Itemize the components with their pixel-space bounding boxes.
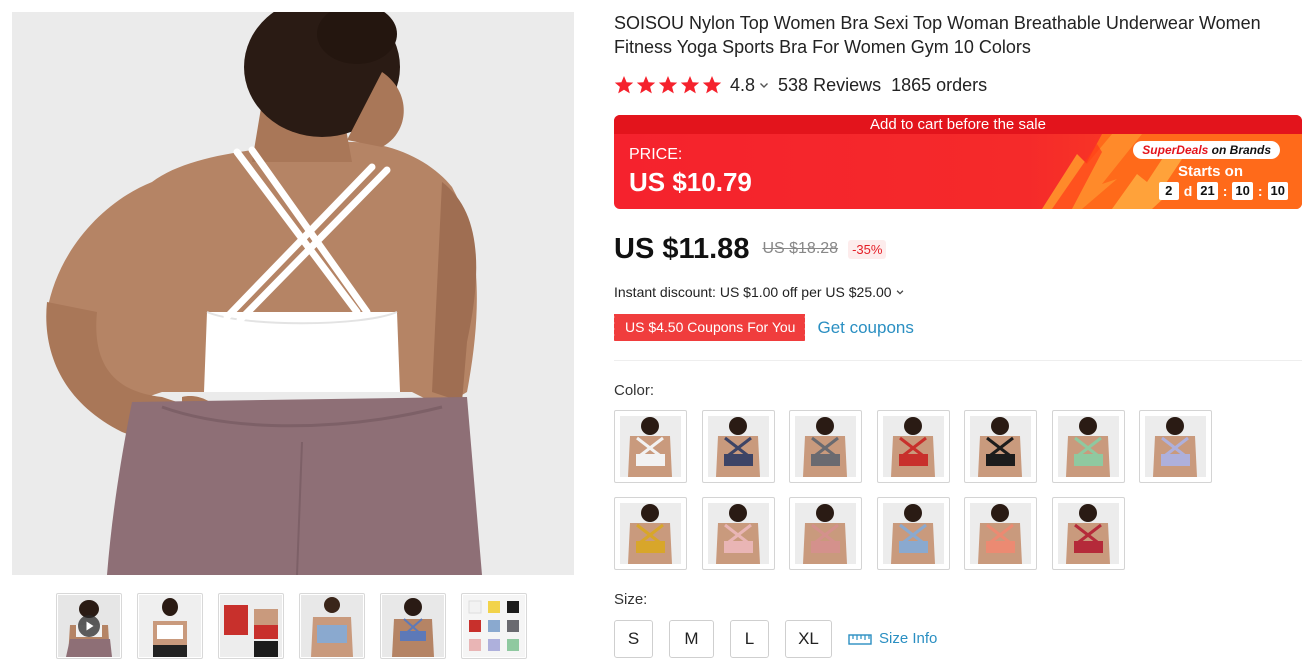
- star-icon: [636, 76, 656, 94]
- starts-on-label: Starts on: [1177, 163, 1243, 180]
- original-price: US $18.28: [762, 240, 839, 257]
- thumbnail-back-blue[interactable]: [380, 593, 446, 659]
- current-price: US $11.88: [614, 232, 750, 265]
- sale-banner: Add to cart before the sale PRICE: US $1…: [614, 115, 1302, 209]
- color-option-image: [795, 503, 856, 564]
- coupon-badge: US $4.50 Coupons For You: [611, 314, 808, 341]
- size-info-link[interactable]: Size Info: [848, 630, 937, 647]
- color-option-dusty-rose[interactable]: [789, 497, 862, 570]
- thumbnail-blue[interactable]: [299, 593, 365, 659]
- star-icon: [658, 76, 678, 94]
- color-option-lavender[interactable]: [1139, 410, 1212, 483]
- product-title: SOISOU Nylon Top Women Bra Sexi Top Woma…: [614, 13, 1261, 57]
- color-option-image: [970, 503, 1031, 564]
- sale-price-value: US $10.79: [629, 167, 752, 197]
- price-row: US $11.88 US $18.28 -35%: [614, 232, 887, 266]
- color-option-image: [1058, 416, 1119, 477]
- color-option-image: [708, 503, 769, 564]
- thumbnail-colors-grid[interactable]: [461, 593, 527, 659]
- color-option-white[interactable]: [614, 410, 687, 483]
- sale-banner-notice: Add to cart before the sale: [614, 115, 1302, 134]
- countdown-hours: 21: [1197, 182, 1218, 200]
- instant-discount-text: Instant discount: US $1.00 off per US $2…: [614, 284, 892, 300]
- rating-value[interactable]: 4.8: [730, 75, 755, 96]
- chevron-down-icon[interactable]: [895, 287, 905, 297]
- countdown-separator: :: [1257, 183, 1263, 199]
- color-option-crimson[interactable]: [1052, 497, 1125, 570]
- size-option-l[interactable]: L: [730, 620, 769, 658]
- orders-count: 1865 orders: [891, 74, 988, 95]
- color-option-image: [883, 503, 944, 564]
- color-option-mint[interactable]: [1052, 410, 1125, 483]
- size-label: Size:: [614, 591, 648, 608]
- countdown-days: 2: [1158, 182, 1179, 200]
- countdown-separator: :: [1222, 183, 1228, 199]
- color-option-image: [620, 503, 681, 564]
- color-option-image: [708, 416, 769, 477]
- color-label: Color:: [614, 382, 655, 399]
- chevron-down-icon[interactable]: [758, 79, 770, 91]
- star-icon: [614, 76, 634, 94]
- discount-badge: -35%: [848, 239, 887, 259]
- sale-price-label: PRICE:: [629, 146, 683, 163]
- color-option-image: [1058, 503, 1119, 564]
- color-option-mustard[interactable]: [614, 497, 687, 570]
- countdown-timer: 2 d 21 : 10 : 10: [1158, 182, 1288, 200]
- size-info-label: Size Info: [879, 630, 938, 647]
- instant-discount[interactable]: Instant discount: US $1.00 off per US $2…: [614, 284, 905, 300]
- countdown-minutes: 10: [1232, 182, 1253, 200]
- divider: [614, 360, 1302, 361]
- color-option-black[interactable]: [964, 410, 1037, 483]
- main-product-image[interactable]: [12, 12, 574, 575]
- thumbnail-red[interactable]: [218, 593, 284, 659]
- play-icon[interactable]: [78, 615, 100, 637]
- color-option-navy[interactable]: [702, 410, 775, 483]
- size-option-xl[interactable]: XL: [785, 620, 832, 658]
- color-option-image: [1145, 416, 1206, 477]
- thumbnail-front-white[interactable]: [137, 593, 203, 659]
- superdeals-badge: SuperDeals on Brands: [1133, 141, 1280, 159]
- color-option-image: [970, 416, 1031, 477]
- size-option-m[interactable]: M: [669, 620, 714, 658]
- color-option-coral[interactable]: [964, 497, 1037, 570]
- countdown-days-label: d: [1183, 183, 1193, 199]
- size-option-s[interactable]: S: [614, 620, 653, 658]
- color-option-image: [795, 416, 856, 477]
- color-option-pink[interactable]: [702, 497, 775, 570]
- coupon-row: US $4.50 Coupons For You Get coupons: [611, 314, 914, 341]
- color-option-image: [620, 416, 681, 477]
- star-icon: [702, 76, 722, 94]
- star-icon: [680, 76, 700, 94]
- color-option-grey[interactable]: [789, 410, 862, 483]
- ruler-icon: [848, 633, 872, 645]
- color-option-light-blue[interactable]: [877, 497, 950, 570]
- countdown-seconds: 10: [1267, 182, 1288, 200]
- thumbnail-video[interactable]: [56, 593, 122, 659]
- get-coupons-link[interactable]: Get coupons: [817, 318, 913, 338]
- reviews-link[interactable]: 538 Reviews: [778, 75, 881, 96]
- color-option-image: [883, 416, 944, 477]
- color-option-red[interactable]: [877, 410, 950, 483]
- rating-row: 4.8 538 Reviews 1865 orders: [614, 72, 987, 98]
